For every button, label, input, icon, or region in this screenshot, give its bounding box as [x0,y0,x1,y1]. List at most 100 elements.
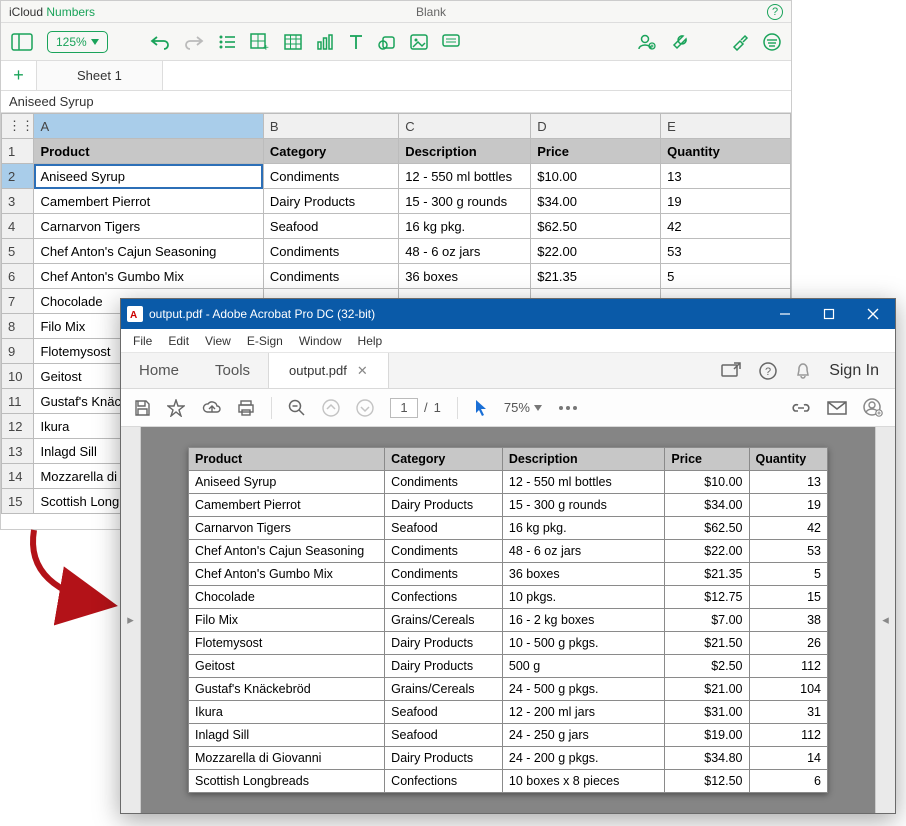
cell[interactable]: Seafood [263,214,398,239]
col-B[interactable]: B [263,114,398,139]
cell[interactable]: 48 - 6 oz jars [399,239,531,264]
cell[interactable]: $62.50 [531,214,661,239]
view-panel-icon[interactable] [11,33,33,51]
cell[interactable]: Aniseed Syrup [34,164,263,189]
cell[interactable]: $21.35 [531,264,661,289]
add-sheet-button[interactable]: + [1,61,37,90]
row-7[interactable]: 7 [2,289,34,314]
row-13[interactable]: 13 [2,439,34,464]
wrench-icon[interactable] [671,33,689,51]
menu-esign[interactable]: E-Sign [247,334,283,348]
pointer-icon[interactable] [474,399,488,417]
col-A[interactable]: A [34,114,263,139]
cell[interactable]: $34.00 [531,189,661,214]
minimize-button[interactable] [763,299,807,329]
row-8[interactable]: 8 [2,314,34,339]
chart-icon[interactable] [316,34,334,50]
cell[interactable]: 42 [661,214,791,239]
menu-file[interactable]: File [133,334,152,348]
select-all-corner[interactable]: ⋮⋮ [2,114,34,139]
nav-tools[interactable]: Tools [197,353,268,388]
cell[interactable]: 5 [661,264,791,289]
zoom-out-icon[interactable] [288,399,306,417]
sheet-tab-1[interactable]: Sheet 1 [37,61,163,90]
bell-icon[interactable] [795,362,811,380]
row-4[interactable]: 4 [2,214,34,239]
more-icon[interactable] [558,405,578,411]
save-icon[interactable] [133,399,151,417]
page-current-input[interactable]: 1 [390,398,418,418]
header-cell[interactable]: Category [263,139,398,164]
format-brush-icon[interactable] [731,33,749,51]
row-5[interactable]: 5 [2,239,34,264]
row-1[interactable]: 1 [2,139,34,164]
nav-home[interactable]: Home [121,353,197,388]
header-cell[interactable]: Price [531,139,661,164]
shape-icon[interactable] [378,34,396,50]
cell[interactable]: 13 [661,164,791,189]
row-6[interactable]: 6 [2,264,34,289]
cell[interactable]: 15 - 300 g rounds [399,189,531,214]
insert-table-icon[interactable]: + [250,33,270,51]
organize-icon[interactable] [763,33,781,51]
cloud-upload-icon[interactable] [201,400,221,416]
row-10[interactable]: 10 [2,364,34,389]
cell[interactable]: Chef Anton's Gumbo Mix [34,264,263,289]
row-11[interactable]: 11 [2,389,34,414]
col-C[interactable]: C [399,114,531,139]
cell[interactable]: $10.00 [531,164,661,189]
account-icon[interactable] [863,398,883,418]
cell[interactable]: Condiments [263,164,398,189]
left-rail-toggle[interactable]: ▸ [121,427,141,813]
formula-bar[interactable]: Aniseed Syrup [1,91,791,113]
zoom-dropdown[interactable]: 75% [504,400,542,415]
table-icon[interactable] [284,34,302,50]
sign-in-button[interactable]: Sign In [829,362,879,380]
col-D[interactable]: D [531,114,661,139]
row-12[interactable]: 12 [2,414,34,439]
page-viewport[interactable]: Product Category Description Price Quant… [141,427,875,813]
header-cell[interactable]: Description [399,139,531,164]
list-icon[interactable] [218,34,236,50]
row-15[interactable]: 15 [2,489,34,514]
help-icon[interactable]: ? [759,362,777,380]
row-14[interactable]: 14 [2,464,34,489]
email-icon[interactable] [827,401,847,415]
menu-edit[interactable]: Edit [168,334,189,348]
cell[interactable]: Condiments [263,264,398,289]
cell[interactable]: 36 boxes [399,264,531,289]
help-icon[interactable]: ? [767,4,783,20]
menu-window[interactable]: Window [299,334,342,348]
row-9[interactable]: 9 [2,339,34,364]
cell[interactable]: 19 [661,189,791,214]
cell[interactable]: 16 kg pkg. [399,214,531,239]
row-3[interactable]: 3 [2,189,34,214]
col-E[interactable]: E [661,114,791,139]
right-rail-toggle[interactable]: ◂ [875,427,895,813]
row-2[interactable]: 2 [2,164,34,189]
share-link-icon[interactable] [791,400,811,416]
screen-share-icon[interactable] [721,362,741,380]
acrobat-titlebar[interactable]: A output.pdf - Adobe Acrobat Pro DC (32-… [121,299,895,329]
cell[interactable]: Camembert Pierrot [34,189,263,214]
header-cell[interactable]: Product [34,139,263,164]
cell[interactable]: Dairy Products [263,189,398,214]
doc-tab[interactable]: output.pdf ✕ [268,353,389,388]
maximize-button[interactable] [807,299,851,329]
cell[interactable]: 53 [661,239,791,264]
close-button[interactable] [851,299,895,329]
star-icon[interactable] [167,399,185,417]
zoom-select[interactable]: 125% [47,31,108,53]
comment-icon[interactable] [442,34,460,50]
cell[interactable]: Condiments [263,239,398,264]
undo-icon[interactable] [150,34,170,50]
close-tab-icon[interactable]: ✕ [357,363,368,379]
cell[interactable]: Chef Anton's Cajun Seasoning [34,239,263,264]
cell[interactable]: $22.00 [531,239,661,264]
collaborate-icon[interactable] [637,33,657,51]
cell[interactable]: Carnarvon Tigers [34,214,263,239]
print-icon[interactable] [237,399,255,417]
menu-help[interactable]: Help [358,334,383,348]
image-icon[interactable] [410,34,428,50]
menu-view[interactable]: View [205,334,231,348]
